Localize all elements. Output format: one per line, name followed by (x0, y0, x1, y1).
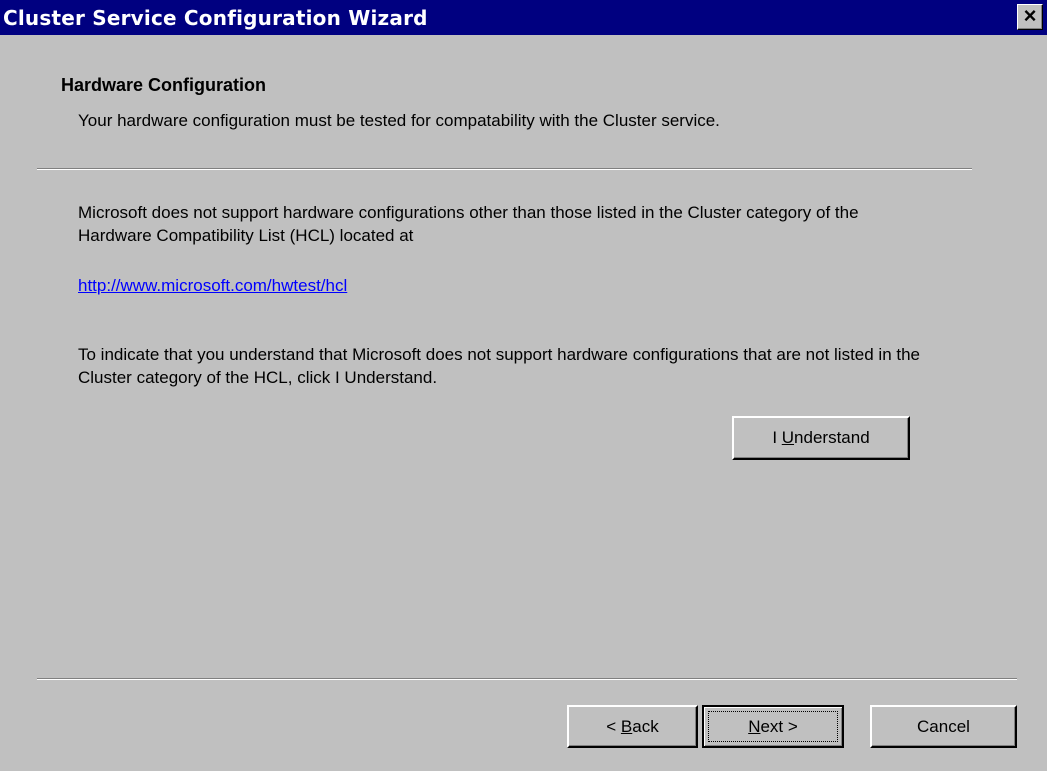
label-mnemonic: B (620, 716, 633, 736)
i-understand-button[interactable]: I Understand (732, 416, 910, 460)
label-prefix: < (606, 716, 621, 736)
understand-instruction: To indicate that you understand that Mic… (78, 345, 921, 387)
label-suffix: ext > (760, 716, 798, 736)
next-label: Next > (748, 717, 798, 737)
title-bar[interactable]: Cluster Service Configuration Wizard × (0, 0, 1047, 35)
label-suffix: nderstand (794, 428, 870, 447)
wizard-window: Cluster Service Configuration Wizard × H… (0, 0, 1047, 771)
hcl-description: Microsoft does not support hardware conf… (78, 203, 859, 245)
page-heading: Hardware Configuration (61, 75, 267, 95)
back-button[interactable]: < Back (567, 705, 698, 748)
page-subheading: Your hardware configuration must be test… (78, 111, 720, 130)
back-label: < Back (606, 717, 658, 737)
label-suffix: ack (632, 716, 659, 736)
label-mnemonic: U (781, 428, 795, 447)
cancel-button[interactable]: Cancel (870, 705, 1017, 748)
i-understand-label: I Understand (772, 428, 869, 448)
window-title: Cluster Service Configuration Wizard (3, 6, 428, 30)
footer-separator (37, 678, 1017, 680)
label-mnemonic: N (748, 716, 761, 736)
hcl-link[interactable]: http://www.microsoft.com/hwtest/hcl (78, 276, 347, 296)
header-separator (37, 168, 972, 170)
label-prefix: I (772, 428, 782, 447)
close-icon: × (1023, 3, 1037, 28)
close-button[interactable]: × (1017, 4, 1043, 30)
next-button[interactable]: Next > (702, 705, 844, 748)
